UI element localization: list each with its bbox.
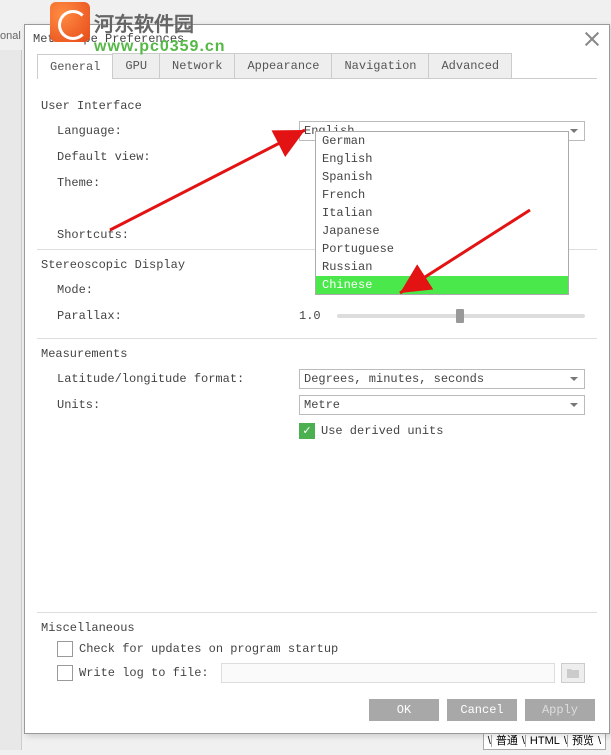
tab-general[interactable]: General bbox=[37, 54, 113, 79]
write-log-checkbox[interactable] bbox=[57, 665, 73, 681]
lang-option[interactable]: English bbox=[316, 150, 568, 168]
tab-advanced[interactable]: Advanced bbox=[428, 53, 512, 78]
lang-option[interactable]: German bbox=[316, 132, 568, 150]
tab-bar: General GPU Network Appearance Navigatio… bbox=[37, 53, 597, 79]
dialog-title: Metashape Preferences bbox=[33, 32, 583, 46]
check-updates-checkbox[interactable] bbox=[57, 641, 73, 657]
dialog-content: User Interface Language: English Default… bbox=[25, 79, 609, 699]
write-log-label: Write log to file: bbox=[79, 666, 209, 680]
apply-button[interactable]: Apply bbox=[525, 699, 595, 721]
slider-thumb[interactable] bbox=[456, 309, 464, 323]
bg-left-rail bbox=[0, 50, 22, 750]
default-view-label: Default view: bbox=[49, 150, 299, 164]
tab-navigation[interactable]: Navigation bbox=[331, 53, 429, 78]
lang-option[interactable]: Russian bbox=[316, 258, 568, 276]
shortcuts-label: Shortcuts: bbox=[49, 228, 299, 242]
ok-button[interactable]: OK bbox=[369, 699, 439, 721]
derived-units-label: Use derived units bbox=[321, 424, 443, 438]
cancel-button[interactable]: Cancel bbox=[447, 699, 517, 721]
close-icon[interactable] bbox=[583, 30, 601, 48]
check-updates-label: Check for updates on program startup bbox=[79, 642, 338, 656]
parallax-value: 1.0 bbox=[299, 309, 329, 323]
group-user-interface: User Interface bbox=[41, 99, 585, 113]
dialog-buttons: OK Cancel Apply bbox=[369, 699, 595, 721]
lang-option[interactable]: Italian bbox=[316, 204, 568, 222]
bg-title-fragment: onal bbox=[0, 30, 21, 42]
lang-option[interactable]: French bbox=[316, 186, 568, 204]
units-label: Units: bbox=[49, 398, 299, 412]
units-combo[interactable]: Metre bbox=[299, 395, 585, 415]
lang-option-selected[interactable]: Chinese bbox=[316, 276, 568, 294]
mode-label: Mode: bbox=[49, 283, 299, 297]
lang-option[interactable]: Portuguese bbox=[316, 240, 568, 258]
tab-gpu[interactable]: GPU bbox=[112, 53, 160, 78]
parallax-slider[interactable] bbox=[337, 314, 585, 318]
browse-folder-button[interactable] bbox=[561, 663, 585, 683]
tab-appearance[interactable]: Appearance bbox=[234, 53, 332, 78]
log-file-input[interactable] bbox=[221, 663, 555, 683]
theme-label: Theme: bbox=[49, 176, 299, 190]
group-measurements: Measurements bbox=[41, 347, 585, 361]
latlon-combo[interactable]: Degrees, minutes, seconds bbox=[299, 369, 585, 389]
latlon-label: Latitude/longitude format: bbox=[49, 372, 299, 386]
tab-network[interactable]: Network bbox=[159, 53, 235, 78]
lang-option[interactable]: Japanese bbox=[316, 222, 568, 240]
dialog-titlebar: Metashape Preferences bbox=[25, 25, 609, 53]
parallax-label: Parallax: bbox=[49, 309, 299, 323]
derived-units-checkbox[interactable] bbox=[299, 423, 315, 439]
preferences-dialog: Metashape Preferences General GPU Networ… bbox=[24, 24, 610, 734]
language-dropdown[interactable]: German English Spanish French Italian Ja… bbox=[315, 131, 569, 295]
lang-option[interactable]: Spanish bbox=[316, 168, 568, 186]
language-label: Language: bbox=[49, 124, 299, 138]
group-misc: Miscellaneous bbox=[41, 621, 585, 635]
folder-icon bbox=[566, 667, 580, 679]
